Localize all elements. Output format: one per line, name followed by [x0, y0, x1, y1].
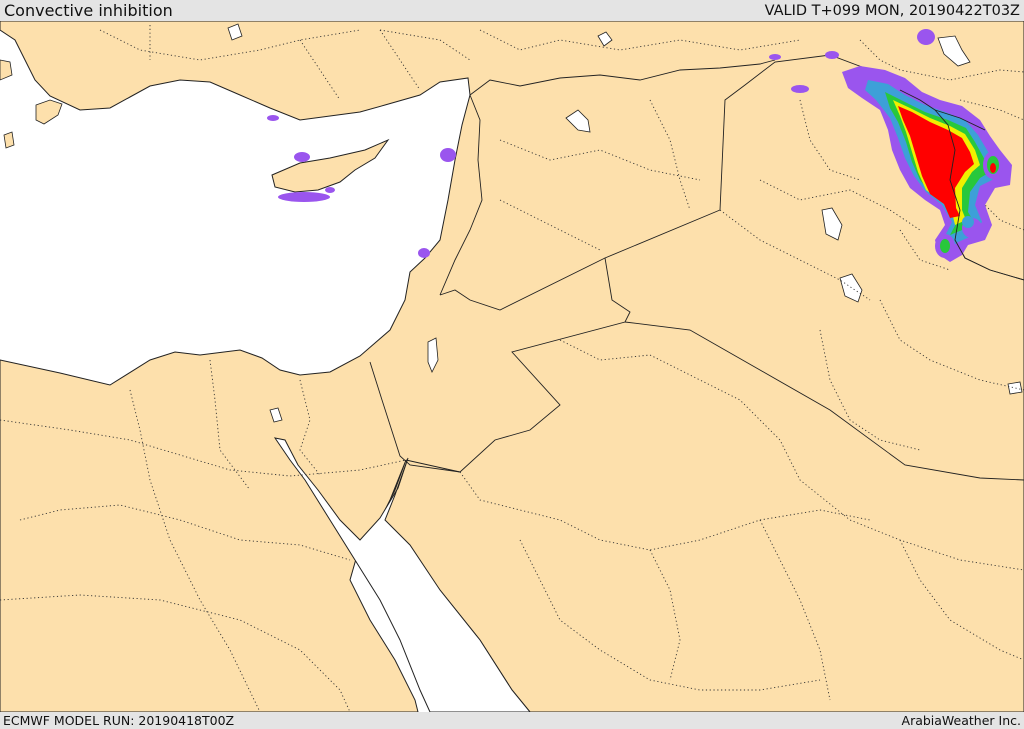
title-bar: Convective inhibition VALID T+099 MON, 2… — [0, 0, 1024, 21]
island — [3, 131, 15, 149]
lake — [1007, 381, 1023, 395]
cin-patch — [769, 54, 781, 60]
cin-patch — [440, 148, 456, 162]
cin-patch — [278, 192, 330, 202]
cin-patch — [294, 152, 310, 162]
model-run: ECMWF MODEL RUN: 20190418T00Z — [3, 713, 235, 728]
cin-patch — [267, 115, 279, 121]
cin-patch — [825, 51, 839, 59]
cin-patch — [418, 248, 430, 258]
cin-patch — [917, 29, 935, 45]
cin-patch — [962, 216, 974, 228]
footer-bar: ECMWF MODEL RUN: 20190418T00Z ArabiaWeat… — [0, 712, 1024, 729]
map-title: Convective inhibition — [4, 1, 173, 20]
cin-patch — [940, 239, 950, 253]
valid-time: VALID T+099 MON, 20190422T03Z — [764, 2, 1020, 19]
cin-patch — [990, 163, 996, 173]
weather-map — [0, 21, 1024, 712]
cin-patch — [791, 85, 809, 93]
cin-patch — [325, 187, 335, 193]
credit: ArabiaWeather Inc. — [901, 713, 1021, 728]
